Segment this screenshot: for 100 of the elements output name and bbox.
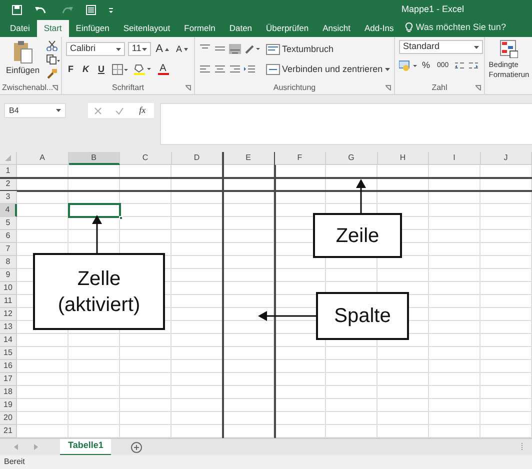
formula-input[interactable] [160, 103, 532, 145]
increase-decimal-icon[interactable] [454, 60, 465, 70]
save-icon[interactable] [12, 5, 22, 15]
percent-button[interactable]: % [420, 60, 432, 70]
row-header[interactable]: 5 [0, 217, 17, 230]
row-header[interactable]: 13 [0, 321, 17, 334]
row-header[interactable]: 18 [0, 386, 17, 399]
row-header[interactable]: 1 [0, 165, 17, 178]
orientation-icon[interactable] [244, 44, 260, 54]
caret-icon [56, 109, 61, 112]
column-header[interactable]: D [172, 152, 223, 165]
lightbulb-icon[interactable] [404, 22, 413, 33]
row-header[interactable]: 21 [0, 425, 17, 438]
arrow [353, 179, 369, 213]
shrink-font-button[interactable]: A [174, 44, 190, 54]
column-header[interactable]: A [17, 152, 68, 165]
row-header[interactable]: 14 [0, 334, 17, 347]
number-format-dropdown[interactable]: Standard [399, 40, 483, 54]
borders-icon[interactable] [112, 64, 128, 74]
check-icon[interactable] [115, 106, 124, 114]
grow-font-button[interactable]: A [154, 44, 171, 54]
ribbon-tab[interactable]: Add-Ins [357, 20, 401, 37]
ribbon-tab[interactable]: Formeln [177, 20, 222, 37]
column-header[interactable]: J [480, 152, 532, 165]
underline-button[interactable]: U [96, 64, 106, 74]
paste-button[interactable]: Einfügen [4, 40, 42, 82]
row-header[interactable]: 4 [0, 204, 17, 217]
arrow [258, 308, 316, 324]
ribbon-tab[interactable]: Seitenlayout [116, 20, 178, 37]
ribbon-tab[interactable]: Ansicht [316, 20, 358, 37]
cancel-icon[interactable] [94, 106, 102, 114]
row-header[interactable]: 19 [0, 399, 17, 412]
column-header[interactable]: F [274, 152, 326, 165]
caret-icon [384, 68, 390, 70]
ribbon-tab[interactable]: Daten [222, 20, 260, 37]
customize-icon[interactable] [108, 5, 114, 15]
undo-icon[interactable] [34, 5, 48, 15]
row-header[interactable]: 16 [0, 360, 17, 373]
insert-function-button[interactable]: fx [137, 105, 148, 116]
indent-icon[interactable] [244, 64, 256, 74]
form-icon[interactable] [86, 5, 96, 15]
column-header[interactable]: B [68, 152, 120, 165]
callout-label: Zeile [313, 213, 402, 258]
clipboard-icon [12, 40, 33, 64]
dialog-launcher-icon[interactable] [185, 85, 191, 91]
ribbon-tab[interactable]: Überprüfen [259, 20, 316, 37]
sheet-tab[interactable]: Tabelle1 [60, 438, 112, 456]
callout-label: Spalte [316, 292, 409, 340]
caret-icon [164, 48, 169, 50]
dialog-launcher-icon[interactable] [475, 85, 481, 91]
row-header[interactable]: 8 [0, 256, 17, 269]
row-header[interactable]: 3 [0, 191, 17, 204]
wrap-text-button[interactable]: Textumbruch [264, 40, 392, 58]
left-align-icon[interactable] [199, 64, 211, 74]
decrease-decimal-icon[interactable] [468, 60, 479, 70]
row-header[interactable]: 6 [0, 230, 17, 243]
column-header[interactable]: H [378, 152, 429, 165]
add-sheet-icon[interactable] [131, 442, 142, 452]
column-header[interactable]: I [429, 152, 480, 165]
center-align-icon[interactable] [214, 64, 226, 74]
callout-label: Zelle (aktiviert) [33, 253, 165, 330]
redo-icon[interactable] [60, 5, 74, 15]
column-header[interactable]: C [120, 152, 172, 165]
currency-icon[interactable] [399, 60, 417, 70]
italic-button[interactable]: K [80, 64, 91, 74]
row-header[interactable]: 11 [0, 295, 17, 308]
row-header[interactable]: 15 [0, 347, 17, 360]
bottom-align-icon[interactable] [229, 44, 241, 54]
row-header[interactable]: 9 [0, 269, 17, 282]
active-cell[interactable] [68, 204, 120, 217]
ribbon-tab[interactable]: Datei [3, 20, 37, 37]
ribbon-tab[interactable]: Einfügen [68, 20, 116, 37]
status-text: Bereit [4, 456, 25, 468]
font-color-button[interactable]: A [156, 64, 170, 74]
caret-icon [474, 46, 479, 48]
format-painter-icon[interactable] [46, 68, 58, 79]
row-header[interactable]: 20 [0, 412, 17, 425]
row-header[interactable]: 10 [0, 282, 17, 295]
dialog-launcher-icon[interactable] [385, 85, 391, 91]
font-dropdown[interactable]: Calibri [66, 42, 125, 56]
dialog-launcher-icon[interactable] [52, 85, 58, 91]
merge-center-button[interactable]: Verbinden und zentrieren [264, 60, 392, 78]
bold-button[interactable]: F [66, 64, 76, 74]
group-label: Zahl [432, 83, 448, 92]
group-label: Ausrichtung [273, 83, 316, 92]
fill-color-icon[interactable] [132, 63, 150, 75]
font-size-dropdown[interactable]: 11 [128, 42, 151, 56]
name-box[interactable]: B4 [4, 103, 66, 118]
copy-icon[interactable] [46, 54, 60, 65]
column-header[interactable]: G [326, 152, 378, 165]
row-header[interactable]: 17 [0, 373, 17, 386]
row-header[interactable]: 7 [0, 243, 17, 256]
ribbon-tab[interactable]: Start [36, 20, 69, 37]
conditional-formatting-icon [500, 40, 518, 58]
cut-icon[interactable] [46, 40, 58, 51]
column-header[interactable]: E [223, 152, 274, 165]
right-align-icon[interactable] [229, 64, 241, 74]
window-title: Mappe1 - Excel [401, 3, 464, 16]
row-header[interactable]: 12 [0, 308, 17, 321]
tell-me-field[interactable]: Was möchten Sie tun? [416, 20, 508, 34]
